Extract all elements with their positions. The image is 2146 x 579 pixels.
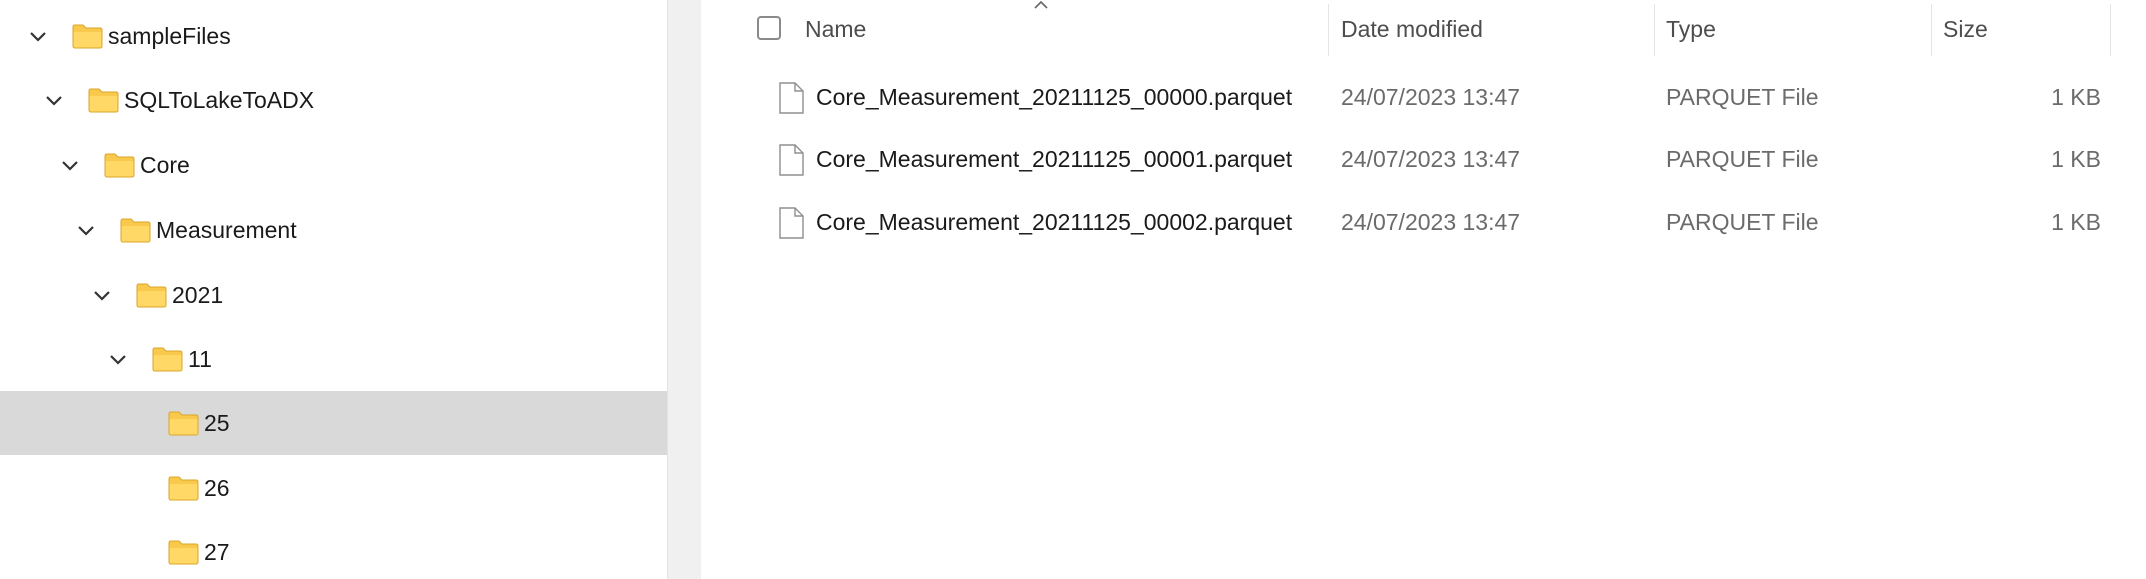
file-type: PARQUET File bbox=[1666, 146, 1819, 172]
tree-item-samplefiles[interactable]: sampleFiles bbox=[0, 4, 667, 68]
folder-icon bbox=[120, 217, 151, 243]
file-size: 1 KB bbox=[2051, 146, 2101, 172]
document-icon bbox=[778, 82, 804, 114]
column-header-size[interactable]: Size bbox=[1943, 0, 1988, 58]
column-divider[interactable] bbox=[1328, 4, 1329, 56]
file-name: Core_Measurement_20211125_00001.parquet bbox=[816, 146, 1293, 172]
tree-item-27[interactable]: 27 bbox=[0, 520, 667, 579]
folder-icon bbox=[168, 475, 199, 501]
file-name: Core_Measurement_20211125_00000.parquet bbox=[816, 84, 1293, 110]
tree-item-label: 27 bbox=[204, 539, 230, 565]
tree-item-label: 26 bbox=[204, 475, 230, 501]
file-type: PARQUET File bbox=[1666, 84, 1819, 110]
tree-item-label: 25 bbox=[204, 410, 230, 436]
file-list-pane: Name Date modified Type Size Core_Measur… bbox=[701, 0, 2146, 579]
folder-icon bbox=[152, 346, 183, 372]
tree-item-label: Measurement bbox=[156, 217, 297, 243]
file-type: PARQUET File bbox=[1666, 209, 1819, 235]
folder-icon bbox=[72, 23, 103, 49]
tree-item-11[interactable]: 11 bbox=[0, 327, 667, 391]
file-date-modified: 24/07/2023 13:47 bbox=[1341, 146, 1521, 172]
pane-splitter[interactable] bbox=[667, 0, 702, 579]
file-date-modified: 24/07/2023 13:47 bbox=[1341, 209, 1521, 235]
tree-item-measurement[interactable]: Measurement bbox=[0, 198, 667, 262]
folder-icon bbox=[168, 539, 199, 565]
file-explorer-window: sampleFiles SQLToLakeToADX Core Measurem… bbox=[0, 0, 2146, 579]
chevron-down-icon[interactable] bbox=[108, 349, 128, 369]
tree-item-label: 2021 bbox=[172, 282, 224, 308]
file-size: 1 KB bbox=[2051, 84, 2101, 110]
tree-item-label: 11 bbox=[188, 346, 212, 372]
select-all-checkbox[interactable] bbox=[757, 16, 781, 40]
tree-item-core[interactable]: Core bbox=[0, 133, 667, 197]
sort-ascending-icon bbox=[1033, 0, 1049, 10]
column-divider[interactable] bbox=[1654, 4, 1655, 56]
chevron-down-icon[interactable] bbox=[60, 155, 80, 175]
folder-icon bbox=[168, 410, 199, 436]
folder-icon bbox=[136, 282, 167, 308]
document-icon bbox=[778, 144, 804, 176]
tree-item-26[interactable]: 26 bbox=[0, 456, 667, 520]
file-date-modified: 24/07/2023 13:47 bbox=[1341, 84, 1521, 110]
chevron-down-icon[interactable] bbox=[28, 26, 48, 46]
chevron-down-icon[interactable] bbox=[76, 220, 96, 240]
tree-item-label: SQLToLakeToADX bbox=[124, 87, 315, 113]
tree-item-sqltolaketoadx[interactable]: SQLToLakeToADX bbox=[0, 68, 667, 132]
tree-item-25[interactable]: 25 bbox=[0, 391, 667, 455]
file-row[interactable]: Core_Measurement_20211125_00002.parquet … bbox=[701, 191, 2146, 253]
column-header-date-modified[interactable]: Date modified bbox=[1341, 0, 1483, 58]
column-header-row: Name Date modified Type Size bbox=[701, 0, 2146, 58]
file-row[interactable]: Core_Measurement_20211125_00000.parquet … bbox=[701, 66, 2146, 128]
column-header-name[interactable]: Name bbox=[805, 0, 866, 58]
file-row[interactable]: Core_Measurement_20211125_00001.parquet … bbox=[701, 128, 2146, 190]
tree-item-label: Core bbox=[140, 152, 190, 178]
tree-item-2021[interactable]: 2021 bbox=[0, 263, 667, 327]
document-icon bbox=[778, 207, 804, 239]
tree-item-label: sampleFiles bbox=[108, 23, 231, 49]
navigation-pane: sampleFiles SQLToLakeToADX Core Measurem… bbox=[0, 0, 667, 579]
folder-icon bbox=[88, 87, 119, 113]
chevron-down-icon[interactable] bbox=[92, 285, 112, 305]
folder-icon bbox=[104, 152, 135, 178]
column-divider[interactable] bbox=[2110, 4, 2111, 56]
chevron-down-icon[interactable] bbox=[44, 90, 64, 110]
file-name: Core_Measurement_20211125_00002.parquet bbox=[816, 209, 1293, 235]
column-header-type[interactable]: Type bbox=[1666, 0, 1716, 58]
file-size: 1 KB bbox=[2051, 209, 2101, 235]
column-divider[interactable] bbox=[1931, 4, 1932, 56]
